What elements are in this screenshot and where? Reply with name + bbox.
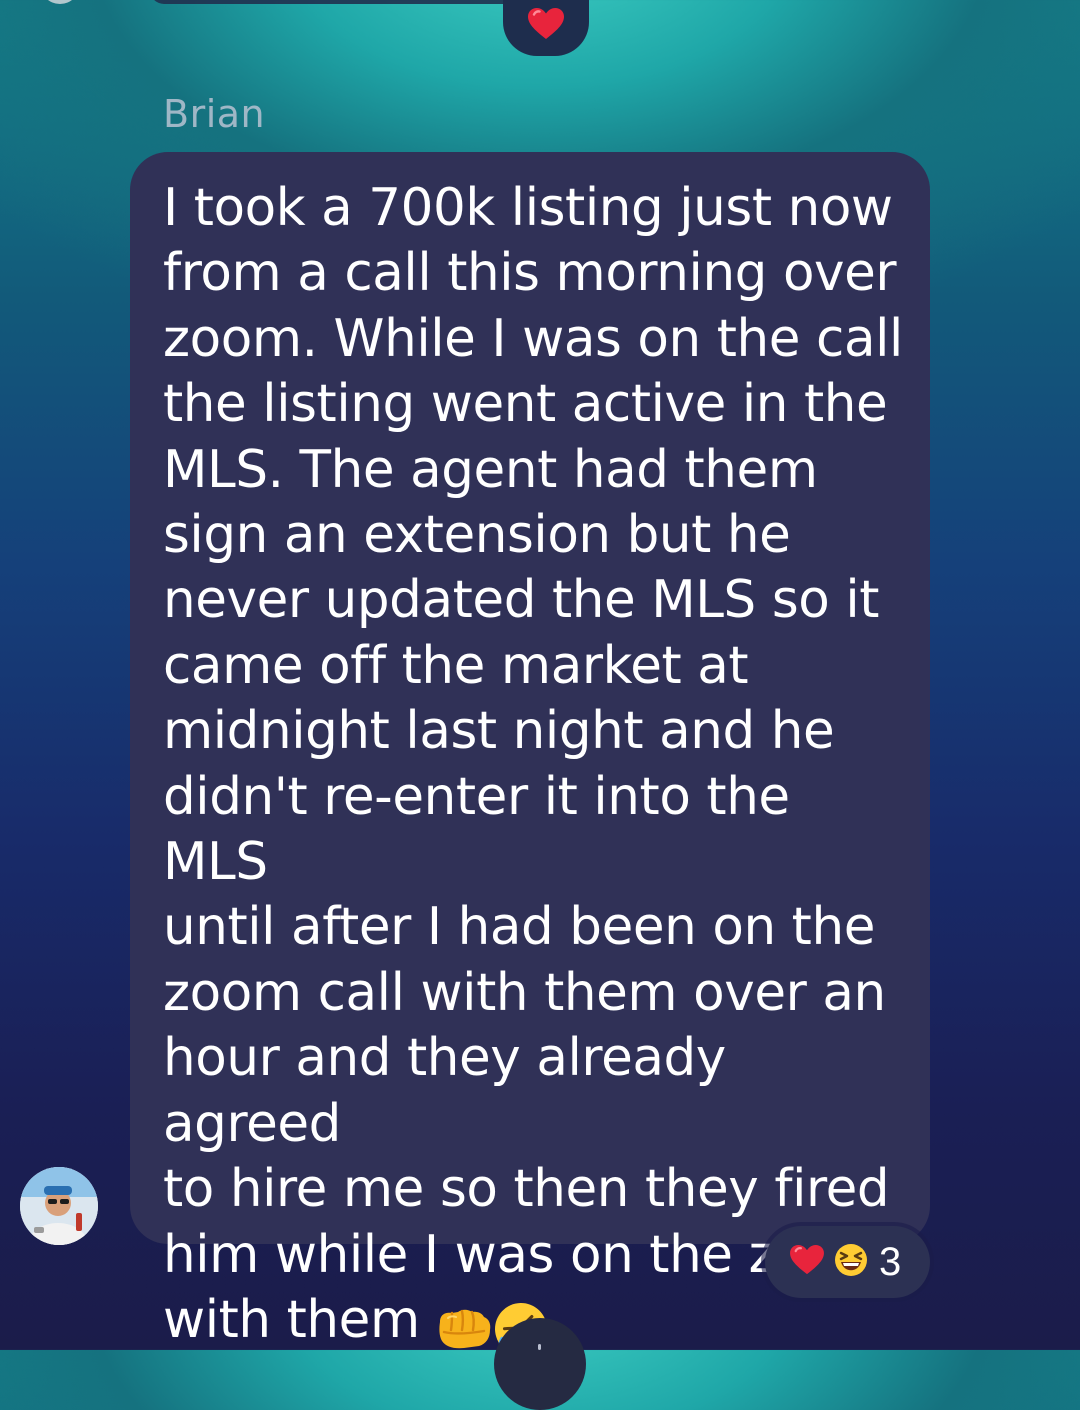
- grinning-squinting-face-icon: [833, 1242, 869, 1282]
- reaction-count: 3: [879, 1239, 902, 1284]
- heart-icon: [789, 1244, 825, 1280]
- message-text: I took a 700k listing just now from a ca…: [163, 178, 903, 1350]
- chevron-down-icon: [538, 1344, 541, 1350]
- previous-avatar[interactable]: [40, 0, 80, 4]
- avatar-photo-icon: [20, 1167, 98, 1245]
- oncoming-fist-emoji-icon: [434, 1296, 492, 1356]
- avatar[interactable]: [20, 1167, 98, 1245]
- message-body: I took a 700k listing just now from a ca…: [163, 176, 903, 1359]
- message-bubble[interactable]: I took a 700k listing just now from a ca…: [130, 152, 930, 1355]
- previous-message-bubble[interactable]: [150, 0, 530, 4]
- sender-name: Brian: [163, 92, 266, 136]
- message-reactions[interactable]: 3: [765, 1226, 930, 1298]
- previous-message-reaction[interactable]: [503, 0, 589, 56]
- scroll-down-button[interactable]: [494, 1318, 586, 1410]
- heart-icon: [527, 7, 565, 41]
